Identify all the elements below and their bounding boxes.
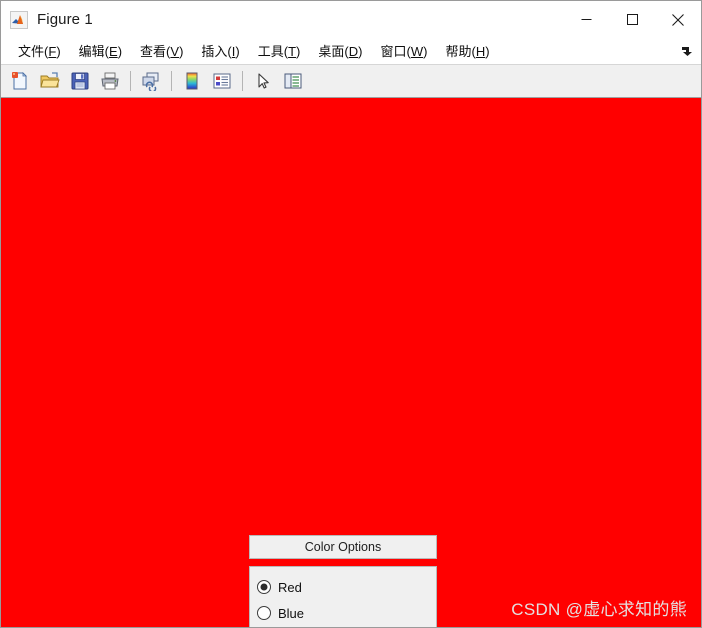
menu-item-edit-label: 编辑 [78, 44, 105, 59]
printer-icon[interactable] [97, 68, 123, 94]
menu-item-insert-label: 插入 [201, 44, 228, 59]
toolbar-separator [130, 71, 131, 91]
menu-item-desktop-mnemonic: D [348, 44, 359, 59]
menu-item-help-mnemonic: H [475, 44, 486, 59]
menu-item-view-mnemonic: V [170, 44, 180, 59]
menu-item-window-mnemonic: W [410, 44, 424, 59]
radio-button-blue-icon[interactable] [257, 606, 271, 620]
arrow-pointer-icon[interactable] [250, 68, 276, 94]
menu-item-tools-label: 工具 [257, 44, 284, 59]
watermark-text: CSDN @虚心求知的熊 [511, 600, 687, 619]
menu-item-tools-mnemonic: T [288, 44, 297, 59]
menu-bar: 文件(F) 编辑(E) 查看(V) 插入(I) 工具(T) 桌面(D) 窗口(W… [1, 38, 701, 65]
minimize-button[interactable] [563, 1, 609, 38]
close-button[interactable] [655, 1, 701, 38]
menu-item-edit-mnemonic: E [109, 44, 118, 59]
panel-title: Color Options [249, 535, 437, 559]
figure-window: Figure 1 文件(F) 编辑(E) 查看(V) 插入(I) 工具(T) 桌… [0, 0, 702, 628]
toolbar-separator [171, 71, 172, 91]
color-options-panel: Color Options Red Blue Yellow [249, 535, 437, 627]
window-controls [563, 1, 701, 38]
title-bar: Figure 1 [1, 1, 701, 38]
menu-item-view[interactable]: 查看(V) [131, 39, 192, 63]
menu-item-file[interactable]: 文件(F) [9, 39, 70, 63]
menu-item-tools[interactable]: 工具(T) [249, 39, 310, 63]
radio-option-yellow[interactable]: Yellow [254, 626, 436, 627]
open-folder-icon[interactable] [37, 68, 63, 94]
menu-item-edit[interactable]: 编辑(E) [70, 39, 131, 63]
menu-item-window-label: 窗口 [380, 44, 407, 59]
menu-item-window[interactable]: 窗口(W) [371, 39, 436, 63]
toolbar-separator [242, 71, 243, 91]
menu-item-view-label: 查看 [140, 44, 167, 59]
menu-item-desktop[interactable]: 桌面(D) [309, 39, 371, 63]
radio-button-red-icon[interactable] [257, 580, 271, 594]
toolbar [1, 65, 701, 98]
radio-group: Red Blue Yellow [249, 566, 437, 627]
figure-canvas[interactable]: Color Options Red Blue Yellow CSDN @虚心求知… [1, 98, 701, 627]
menu-item-desktop-label: 桌面 [318, 44, 345, 59]
title-bar-left: Figure 1 [1, 10, 93, 29]
property-inspector-icon[interactable] [280, 68, 306, 94]
floppy-disk-icon[interactable] [67, 68, 93, 94]
radio-label-red: Red [278, 579, 302, 595]
matlab-membrane-icon [10, 10, 28, 29]
window-title: Figure 1 [37, 11, 93, 28]
maximize-button[interactable] [609, 1, 655, 38]
radio-label-blue: Blue [278, 605, 305, 621]
radio-option-blue[interactable]: Blue [254, 600, 436, 626]
menu-item-insert[interactable]: 插入(I) [192, 39, 248, 63]
colorbar-icon[interactable] [179, 68, 205, 94]
menu-item-help-label: 帮助 [445, 44, 472, 59]
dock-arrow-icon[interactable] [680, 44, 694, 58]
link-plot-icon[interactable] [138, 68, 164, 94]
legend-icon[interactable] [209, 68, 235, 94]
radio-option-red[interactable]: Red [254, 574, 436, 600]
menu-item-file-label: 文件 [18, 44, 45, 59]
menu-item-help[interactable]: 帮助(H) [436, 39, 498, 63]
new-document-icon[interactable] [7, 68, 33, 94]
